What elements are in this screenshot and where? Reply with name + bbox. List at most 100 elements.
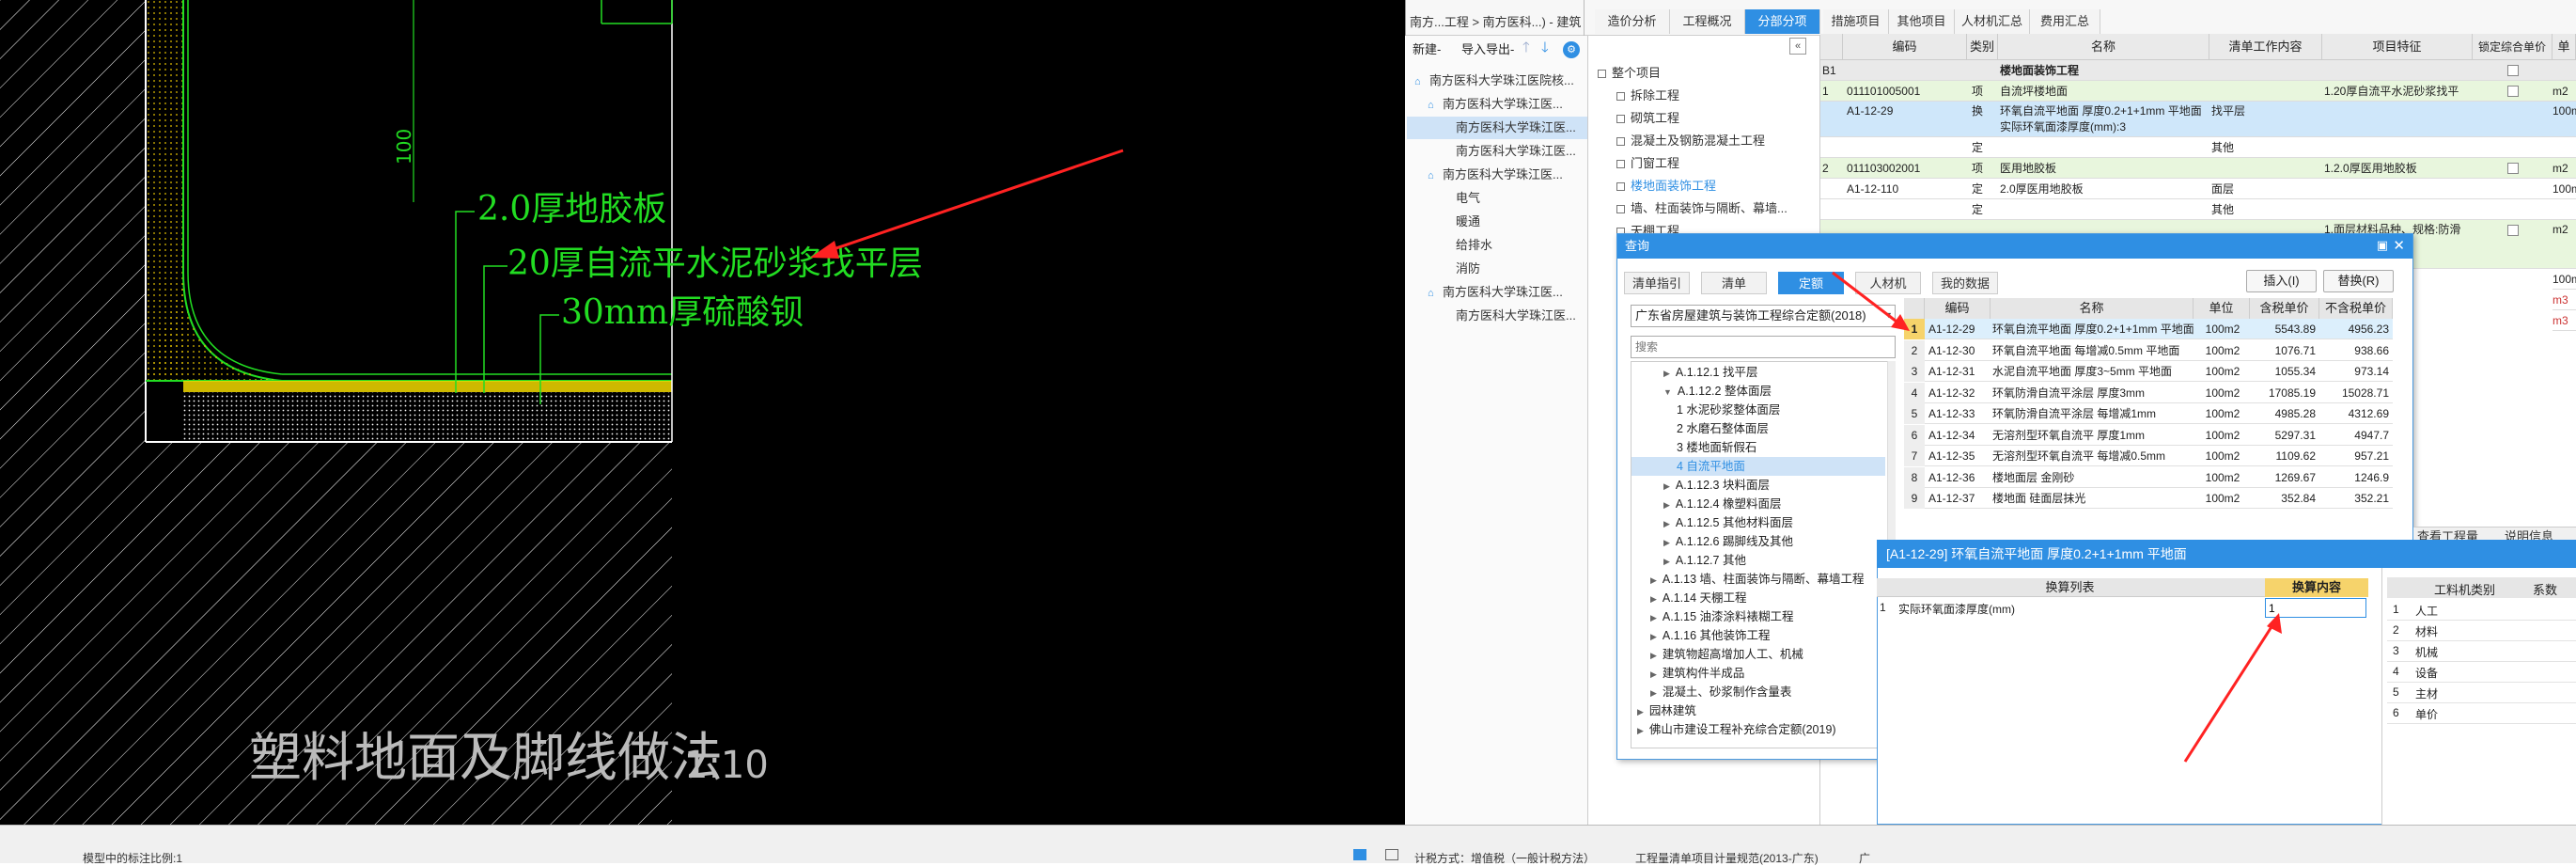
expand-icon[interactable]: ▶ (1663, 538, 1670, 547)
expand-icon[interactable]: ▶ (1663, 557, 1670, 566)
norm-tree-item[interactable]: ▶ 园林建筑 (1631, 701, 1885, 720)
cell-code[interactable] (1847, 199, 1964, 220)
conv-value-input[interactable] (2265, 598, 2366, 618)
section-tree-item[interactable]: 混凝土及钢筋混凝土工程 (1616, 130, 1814, 152)
down-arrow-icon[interactable]: 🡓 (1541, 38, 1549, 61)
cell-name[interactable]: 无溶剂型环氧自流平 厚度1mm (1992, 425, 2194, 446)
project-tree-item[interactable]: ⌂ 南方医科大学珠江医院核... (1407, 70, 1587, 92)
project-tree-item[interactable]: ⌂ 南方医科大学珠江医... (1407, 164, 1587, 186)
lock-checkbox[interactable] (2507, 65, 2519, 76)
cell-code[interactable] (1847, 60, 1964, 81)
qhdr-price-notax[interactable]: 不含税单价 (2319, 298, 2393, 319)
cell-name[interactable]: 环氧自流平地面 厚度0.2+1+1mm 平地面 实际环氧面漆厚度(mm):3 (2000, 102, 2207, 137)
tab-other-items[interactable]: 其他项目 (1889, 9, 1955, 34)
cell-code[interactable]: 011103002001 (1847, 158, 1964, 179)
norm-tree-item[interactable]: ▶ A.1.12.3 块料面层 (1631, 476, 1885, 495)
cell-code[interactable]: A1-12-37 (1928, 488, 1991, 509)
expand-icon[interactable]: ▶ (1663, 519, 1670, 528)
collapse-icon[interactable]: « (1789, 38, 1806, 55)
project-tree-item[interactable]: 给排水 (1407, 234, 1587, 257)
expand-icon[interactable]: ▶ (1650, 613, 1657, 622)
expand-icon[interactable]: ▶ (1650, 594, 1657, 604)
monitor-icon[interactable] (1353, 849, 1366, 860)
cell-name[interactable]: 无溶剂型环氧自流平 每增减0.5mm (1992, 446, 2194, 466)
query-tab-mydata[interactable]: 我的数据 (1932, 272, 1998, 294)
expand-icon[interactable]: ▶ (1663, 481, 1670, 491)
expand-icon[interactable]: ▶ (1650, 669, 1657, 679)
section-tree-item[interactable]: 门窗工程 (1616, 152, 1814, 175)
cell-code[interactable]: A1-12-32 (1928, 383, 1991, 403)
tab-fee-summary[interactable]: 费用汇总 (2030, 9, 2100, 34)
tab-measures[interactable]: 措施项目 (1823, 9, 1889, 34)
norm-tree-item[interactable]: ▶ 佛山市建设工程补充综合定额(2019) (1631, 720, 1885, 739)
norm-tree-item[interactable]: ▶ 建筑构件半成品 (1631, 664, 1885, 683)
query-tab-list[interactable]: 清单 (1701, 272, 1767, 294)
grid-header-feature[interactable]: 项目特征 (2322, 34, 2473, 60)
cell-code[interactable]: A1-12-35 (1928, 446, 1991, 466)
norm-tree-item[interactable]: 4 自流平地面 (1631, 457, 1885, 476)
norm-tree-item[interactable]: ▶ A.1.13 墙、柱面装饰与隔断、幕墙工程 (1631, 570, 1885, 589)
cell-code[interactable] (1847, 137, 1964, 158)
insert-button[interactable]: 插入(I) (2246, 270, 2317, 292)
cell-code[interactable]: A1-12-110 (1847, 179, 1964, 199)
breadcrumb[interactable]: 南方...工程 > 南方医科...) - 建筑 (1410, 12, 1581, 30)
library-select[interactable]: 广东省房屋建筑与装饰工程综合定额(2018) (1631, 305, 1896, 327)
norm-tree-item[interactable]: ▼ A.1.12.2 整体面层 (1631, 382, 1885, 401)
section-tree-item[interactable]: 拆除工程 (1616, 85, 1814, 107)
up-arrow-icon[interactable]: 🡑 (1522, 38, 1530, 61)
query-tab-norm[interactable]: 定额 (1778, 272, 1844, 294)
qhdr-code[interactable]: 编码 (1925, 298, 1991, 319)
cell-name[interactable]: 楼地面装饰工程 (2000, 60, 2207, 81)
search-input[interactable] (1631, 336, 1896, 358)
norm-tree-item[interactable]: 3 楼地面斩假石 (1631, 438, 1885, 457)
section-tree-item[interactable]: 墙、柱面装饰与隔断、幕墙... (1616, 197, 1814, 220)
norm-tree-item[interactable]: ▶ A.1.12.6 踢脚线及其他 (1631, 532, 1885, 551)
grid-header-type[interactable]: 类别 (1967, 34, 1998, 60)
section-tree-item[interactable]: 整个项目 (1598, 62, 1795, 85)
query-tab-guide[interactable]: 清单指引 (1624, 272, 1690, 294)
replace-button[interactable]: 替换(R) (2323, 270, 2394, 292)
query-tab-labor[interactable]: 人材机 (1855, 272, 1921, 294)
grid-header-lock-price[interactable]: 锁定综合单价 (2473, 34, 2553, 60)
expand-icon[interactable]: ▶ (1650, 632, 1657, 641)
tab-sub-items[interactable]: 分部分项 (1745, 9, 1820, 34)
lock-checkbox[interactable] (2507, 163, 2519, 174)
expand-icon[interactable]: ▶ (1663, 500, 1670, 510)
norm-tree-item[interactable]: ▶ A.1.12.7 其他 (1631, 551, 1885, 570)
project-tree-item[interactable]: ⌂ 南方医科大学珠江医... (1407, 281, 1587, 304)
norm-tree-item[interactable]: ▶ A.1.15 油漆涂料裱糊工程 (1631, 607, 1885, 626)
lock-checkbox[interactable] (2507, 86, 2519, 97)
maximize-icon[interactable]: ▣ (2377, 238, 2388, 253)
import-export-button[interactable]: 导入导出- (1461, 39, 1514, 57)
expand-icon[interactable]: ▶ (1637, 707, 1644, 716)
norm-tree-item[interactable]: ▶ 建筑物超高增加人工、机械 (1631, 645, 1885, 664)
qhdr-price-tax[interactable]: 含税单价 (2250, 298, 2319, 319)
tab-project-overview[interactable]: 工程概况 (1670, 9, 1745, 34)
norm-tree-item[interactable]: ▶ A.1.14 天棚工程 (1631, 589, 1885, 607)
section-tree-item[interactable]: 砌筑工程 (1616, 107, 1814, 130)
expand-icon[interactable]: ▶ (1650, 575, 1657, 585)
settings-icon[interactable]: ⚙ (1563, 41, 1580, 58)
expand-icon[interactable]: ▶ (1663, 369, 1670, 378)
cad-viewport[interactable]: 100 2.0厚地胶板 20厚自流平水泥砂浆找平层 30mm厚硫酸钡 塑料地面及… (0, 0, 1405, 825)
close-icon[interactable]: ✕ (2393, 237, 2405, 254)
cell-code[interactable]: A1-12-31 (1928, 361, 1991, 382)
grid-header-name[interactable]: 名称 (1998, 34, 2209, 60)
cell-name[interactable]: 楼地面 硅面层抹光 (1992, 488, 2194, 509)
grid-header-code[interactable]: 编码 (1843, 34, 1967, 60)
norm-tree-item[interactable]: 1 水泥砂浆整体面层 (1631, 401, 1885, 419)
new-button[interactable]: 新建- (1413, 39, 1441, 57)
cell-name[interactable]: 环氧自流平地面 每增减0.5mm 平地面 (1992, 340, 2194, 361)
project-tree-item[interactable]: ⌂ 南方医科大学珠江医... (1407, 93, 1587, 116)
cell-code[interactable]: A1-12-30 (1928, 340, 1991, 361)
grid-header-unit[interactable]: 单位 (2553, 34, 2576, 60)
cell-name[interactable] (2000, 199, 2207, 220)
project-tree-item[interactable]: 南方医科大学珠江医... (1407, 117, 1587, 139)
window-icon[interactable] (1385, 849, 1398, 860)
cell-code[interactable]: A1-12-36 (1928, 467, 1991, 488)
lock-checkbox[interactable] (2507, 225, 2519, 236)
norm-tree-item[interactable]: 2 水磨石整体面层 (1631, 419, 1885, 438)
cell-name[interactable]: 2.0厚医用地胶板 (2000, 179, 2207, 199)
tab-labor-material[interactable]: 人材机汇总 (1955, 9, 2030, 34)
project-tree-item[interactable]: 暖通 (1407, 211, 1587, 233)
